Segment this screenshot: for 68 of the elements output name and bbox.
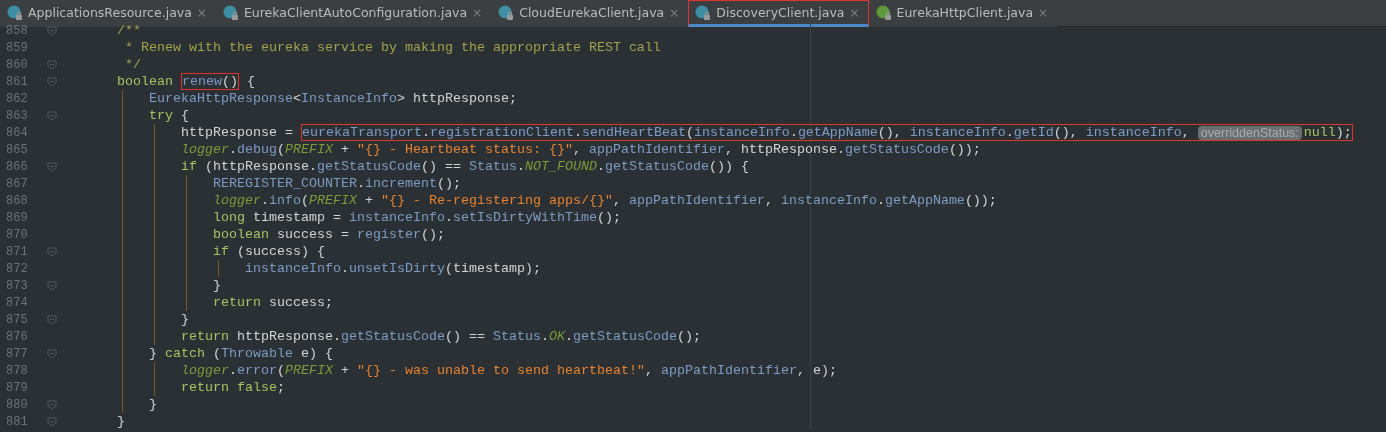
line-number: 868 bbox=[5, 193, 29, 208]
code-text: long timestamp = instanceInfo.setIsDirtyWithTime(); bbox=[211, 210, 621, 225]
class-icon bbox=[498, 4, 515, 21]
code-text: return false; bbox=[179, 380, 285, 395]
fold-icon[interactable] bbox=[46, 245, 58, 258]
editor-tab[interactable]: DiscoveryClient.java × bbox=[688, 0, 869, 27]
line-number: 867 bbox=[5, 176, 29, 191]
line-number: 860 bbox=[5, 57, 29, 72]
fold-icon[interactable] bbox=[46, 347, 58, 360]
class-icon bbox=[695, 4, 712, 21]
line-number: 873 bbox=[5, 278, 29, 293]
line-number: 881 bbox=[5, 414, 29, 429]
line-number: 876 bbox=[5, 329, 29, 344]
line-number: 864 bbox=[5, 125, 29, 140]
line-number: 879 bbox=[5, 380, 29, 395]
line-number: 861 bbox=[5, 74, 29, 89]
line-number: 870 bbox=[5, 227, 29, 242]
code-text: } bbox=[148, 397, 157, 412]
fold-icon[interactable] bbox=[46, 279, 58, 292]
line-number: 878 bbox=[5, 363, 29, 378]
code-text: httpResponse = bbox=[179, 125, 294, 140]
fold-icon[interactable] bbox=[46, 160, 58, 173]
code-text: logger.debug(PREFIX + "{} - Heartbeat status: {}", appPathIdentifier, httpResponse.getStatusCode()); bbox=[179, 142, 981, 157]
fold-icon[interactable] bbox=[46, 109, 58, 122]
line-number: 880 bbox=[5, 397, 29, 412]
code-text: return httpResponse.getStatusCode() == Status.OK.getStatusCode(); bbox=[179, 329, 701, 344]
line-number: 865 bbox=[5, 142, 29, 157]
line-number: 874 bbox=[5, 295, 29, 310]
line-number: 866 bbox=[5, 159, 29, 174]
code-text: if (httpResponse.getStatusCode() == Status.NOT_FOUND.getStatusCode()) { bbox=[179, 159, 749, 174]
code-text: */ bbox=[124, 57, 141, 72]
code-text: eurekaTransport.registrationClient.sendHeartBeat(instanceInfo.getAppName(), instanceInfo.getId(), instanceInfo, bbox=[301, 125, 1191, 140]
code-text: { bbox=[245, 74, 255, 89]
code-text: boolean success = register(); bbox=[211, 227, 445, 242]
line-number: 877 bbox=[5, 346, 29, 361]
fold-icon[interactable] bbox=[46, 75, 58, 88]
line-number: 875 bbox=[5, 312, 29, 327]
code-text: } bbox=[211, 278, 221, 293]
code-text: boolean bbox=[116, 74, 174, 89]
code-text: EurekaHttpResponse<InstanceInfo> httpResponse; bbox=[148, 91, 517, 106]
line-number: 862 bbox=[5, 91, 29, 106]
line-number: 871 bbox=[5, 244, 29, 259]
code-text: renew() bbox=[182, 74, 238, 89]
code-text: return success; bbox=[211, 295, 333, 310]
fold-icon[interactable] bbox=[46, 58, 58, 71]
code-text: * Renew with the eureka service by making the appropriate REST call bbox=[124, 40, 661, 55]
parameter-hint: overriddenStatus: bbox=[1197, 125, 1302, 140]
class-icon bbox=[875, 4, 892, 21]
fold-icon[interactable] bbox=[46, 313, 58, 326]
line-number: 859 bbox=[5, 40, 29, 55]
code-text: logger.error(PREFIX + "{} - was unable to send heartbeat!", appPathIdentifier, e); bbox=[179, 363, 837, 378]
code-text: logger.info(PREFIX + "{} - Re-registering apps/{}", appPathIdentifier, instanceInfo.getAppName()); bbox=[211, 193, 997, 208]
line-number: 869 bbox=[5, 210, 29, 225]
line-number: 863 bbox=[5, 108, 29, 123]
code-text: } catch (Throwable e) { bbox=[148, 346, 333, 361]
code-text: REREGISTER_COUNTER.increment(); bbox=[211, 176, 461, 191]
code-text: } bbox=[116, 414, 125, 429]
class-icon bbox=[7, 4, 23, 21]
fold-icon[interactable] bbox=[46, 415, 58, 428]
code-text: } bbox=[179, 312, 189, 327]
class-icon bbox=[222, 4, 239, 21]
fold-icon[interactable] bbox=[46, 398, 58, 411]
line-number: 872 bbox=[5, 261, 29, 276]
fold-icon[interactable] bbox=[46, 24, 58, 37]
code-text: try { bbox=[148, 108, 189, 123]
code-text: null); bbox=[1303, 125, 1352, 140]
code-text: if (success) { bbox=[211, 244, 325, 259]
code-text: instanceInfo.unsetIsDirty(timestamp); bbox=[243, 261, 541, 276]
